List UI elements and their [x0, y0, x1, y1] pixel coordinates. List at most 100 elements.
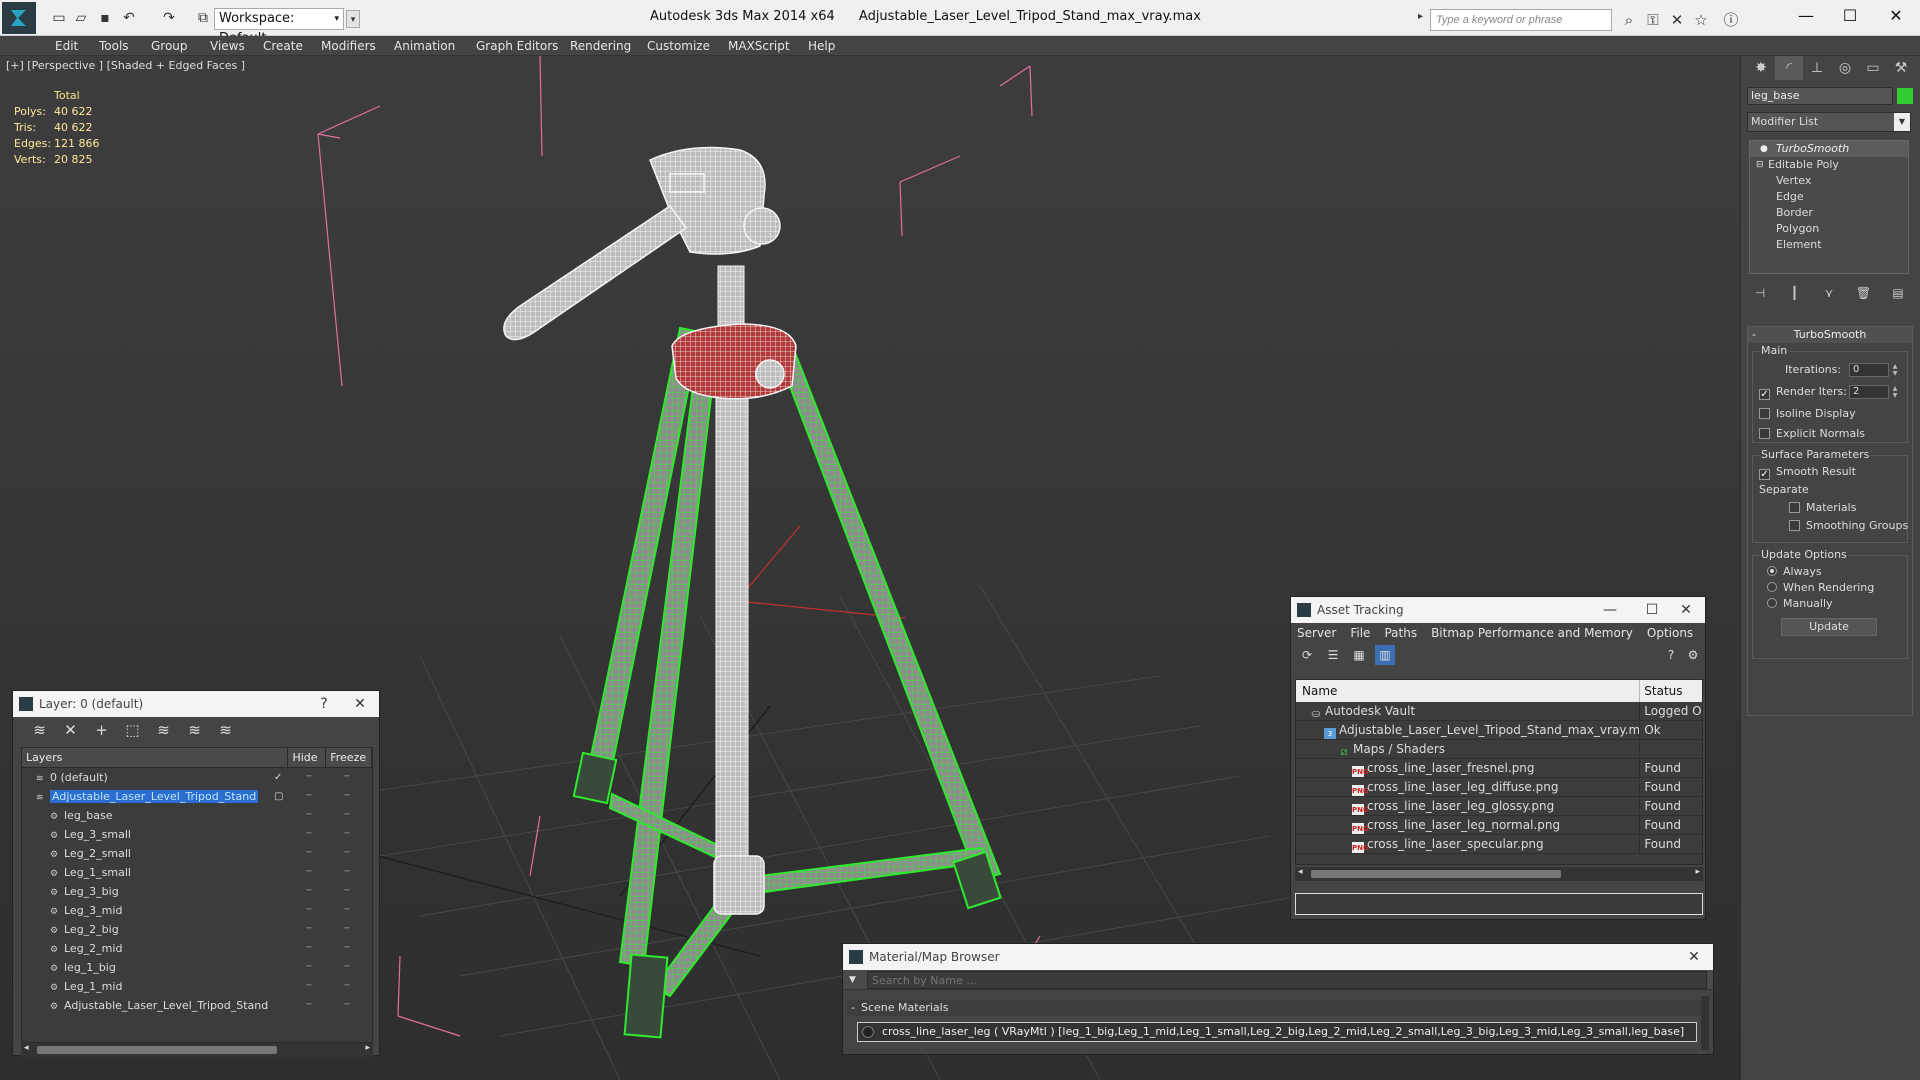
stack-item-element[interactable]: Element [1750, 237, 1908, 253]
render-iters-spinner[interactable]: 2 [1849, 385, 1889, 399]
utilities-tab-icon[interactable]: ⚒ [1887, 56, 1915, 80]
layer-name-cell[interactable]: ⚙ Leg_2_mid [22, 939, 290, 958]
iterations-spinner[interactable]: 0 [1849, 363, 1889, 377]
freeze-toggle-icon[interactable]: ┉ [328, 958, 366, 977]
materials-checkbox[interactable]: Materials [1789, 500, 1856, 516]
delete-layer-icon[interactable]: ✕ [56, 717, 85, 743]
make-unique-icon[interactable]: ⋎ [1818, 282, 1840, 304]
material-search-input[interactable] [867, 971, 1707, 989]
menu-animation[interactable]: Animation [394, 36, 455, 56]
collapse-icon[interactable]: ⊟ [1756, 157, 1764, 173]
asset-row[interactable]: 3 Adjustable_Laser_Level_Tripod_Stand_max… [1296, 721, 1702, 740]
scroll-left-icon[interactable]: ◂ [1298, 867, 1303, 877]
dialog-title-bar[interactable]: Material/Map Browser ✕ [843, 944, 1713, 970]
hide-toggle-icon[interactable]: ┉ [290, 863, 328, 882]
current-layer-marker[interactable]: ▢ [274, 787, 283, 806]
asset-row[interactable]: PNGcross_line_laser_leg_diffuse.png Found [1296, 778, 1702, 797]
stack-item-editable-poly[interactable]: ⊟ Editable Poly [1750, 157, 1908, 173]
help-icon[interactable]: ⓘ [1720, 9, 1742, 31]
layer-row[interactable]: ⚙ Leg_3_small ┉ ┉ [22, 825, 372, 844]
freeze-all-layers-icon[interactable]: ≋ [211, 717, 240, 743]
freeze-toggle-icon[interactable]: ┉ [328, 844, 366, 863]
column-layers[interactable]: Layers [22, 748, 289, 767]
asset-row[interactable]: PNGcross_line_laser_leg_glossy.png Found [1296, 797, 1702, 816]
column-name[interactable]: Name [1296, 680, 1641, 702]
layer-row[interactable]: ⚙ Leg_2_mid ┉ ┉ [22, 939, 372, 958]
asset-name-cell[interactable]: ⛀ Autodesk Vault [1296, 702, 1641, 720]
new-file-icon[interactable]: ▭ [50, 10, 68, 26]
render-iters-checkbox[interactable]: ✓ Render Iters: [1759, 384, 1847, 400]
asset-row[interactable]: ⛀ Autodesk Vault Logged Out [1296, 702, 1702, 721]
save-file-icon[interactable]: ▪ [96, 10, 114, 26]
collapse-icon[interactable]: - [851, 1000, 855, 1016]
motion-tab-icon[interactable]: ◎ [1831, 56, 1859, 80]
layer-name-cell[interactable]: ⚙ Leg_3_big [22, 882, 290, 901]
lightbulb-icon[interactable]: ● [1760, 141, 1768, 157]
minimize-button[interactable]: — [1786, 4, 1826, 28]
hide-toggle-icon[interactable]: ┉ [290, 787, 328, 806]
hide-toggle-icon[interactable]: ┉ [290, 882, 328, 901]
layer-row[interactable]: ⚙ Leg_2_big ┉ ┉ [22, 920, 372, 939]
when-rendering-radio[interactable]: When Rendering [1767, 580, 1874, 596]
stack-item-vertex[interactable]: Vertex [1750, 173, 1908, 189]
create-tab-icon[interactable]: ✸ [1747, 56, 1775, 80]
object-color-swatch[interactable] [1897, 88, 1913, 104]
scrollbar-thumb[interactable] [1311, 870, 1561, 878]
layer-name-cell[interactable]: ⚙ Leg_3_mid [22, 901, 290, 920]
communication-icon[interactable]: ✕ [1666, 9, 1688, 31]
binoculars-icon[interactable]: ⌕ [1618, 9, 1640, 31]
highlight-layer-icon[interactable]: ≋ [149, 717, 178, 743]
table-view-icon[interactable]: ▥ [1375, 645, 1395, 665]
layer-name-cell[interactable]: ⚙ leg_base [22, 806, 290, 825]
asset-path-field[interactable] [1295, 893, 1703, 915]
layer-name-cell[interactable]: ⚙ Leg_2_small [22, 844, 290, 863]
freeze-toggle-icon[interactable]: ┉ [328, 825, 366, 844]
stack-item-edge[interactable]: Edge [1750, 189, 1908, 205]
hide-all-layers-icon[interactable]: ≋ [180, 717, 209, 743]
options-dropdown-icon[interactable]: ▼ [849, 970, 856, 990]
refresh-icon[interactable]: ⟳ [1297, 645, 1317, 665]
undo-icon[interactable]: ↶ [120, 10, 138, 26]
configure-sets-icon[interactable]: ▤ [1887, 282, 1909, 304]
freeze-toggle-icon[interactable]: ┉ [328, 920, 366, 939]
layer-row[interactable]: ⚙ leg_1_big ┉ ┉ [22, 958, 372, 977]
menu-modifiers[interactable]: Modifiers [321, 36, 376, 56]
hide-toggle-icon[interactable]: ┉ [290, 977, 328, 996]
select-in-layer-icon[interactable]: ⬚ [118, 717, 147, 743]
display-tab-icon[interactable]: ▭ [1859, 56, 1887, 80]
layer-name-cell[interactable]: ⚙ Leg_1_small [22, 863, 290, 882]
scroll-left-icon[interactable]: ◂ [24, 1043, 29, 1053]
asset-name-cell[interactable]: PNGcross_line_laser_leg_glossy.png [1296, 797, 1641, 815]
maximize-button[interactable]: ☐ [1830, 4, 1870, 28]
smooth-result-checkbox[interactable]: ✓ Smooth Result [1759, 464, 1856, 480]
object-name-field[interactable]: leg_base [1747, 87, 1893, 105]
stack-item-border[interactable]: Border [1750, 205, 1908, 221]
layer-row[interactable]: ⚙ Leg_1_mid ┉ ┉ [22, 977, 372, 996]
close-icon[interactable]: ✕ [1671, 597, 1701, 623]
menu-options[interactable]: Options [1647, 623, 1693, 643]
explicit-normals-checkbox[interactable]: Explicit Normals [1759, 426, 1865, 442]
scene-materials-group[interactable]: - Scene Materials [847, 1000, 1701, 1016]
add-to-layer-icon[interactable]: + [87, 717, 116, 743]
manually-radio[interactable]: Manually [1767, 596, 1833, 612]
hide-toggle-icon[interactable]: ┉ [290, 920, 328, 939]
maximize-button[interactable]: ☐ [1637, 597, 1667, 623]
asset-row[interactable]: PNGcross_line_laser_leg_normal.png Found [1296, 816, 1702, 835]
menu-file[interactable]: File [1350, 623, 1370, 643]
column-status[interactable]: Status [1640, 680, 1702, 702]
layer-name-cell[interactable]: ≋ Adjustable_Laser_Level_Tripod_Stand ▢ [22, 787, 290, 806]
freeze-toggle-icon[interactable]: ┉ [328, 806, 366, 825]
scroll-right-icon[interactable]: ▸ [1695, 867, 1700, 877]
favorites-star-icon[interactable]: ☆ [1690, 9, 1712, 31]
asset-name-cell[interactable]: ⧄ Maps / Shaders [1296, 740, 1641, 758]
create-layer-icon[interactable]: ≋ [25, 717, 54, 743]
menu-rendering[interactable]: Rendering [570, 36, 631, 56]
horizontal-scrollbar[interactable]: ◂ ▸ [1295, 867, 1703, 881]
asset-row[interactable]: PNGcross_line_laser_specular.png Found [1296, 835, 1702, 854]
menu-edit[interactable]: Edit [55, 36, 78, 56]
app-logo-icon[interactable] [2, 2, 36, 34]
asset-row[interactable]: ⧄ Maps / Shaders [1296, 740, 1702, 759]
isoline-display-checkbox[interactable]: Isoline Display [1759, 406, 1856, 422]
layer-row[interactable]: ⚙ Leg_1_small ┉ ┉ [22, 863, 372, 882]
menu-views[interactable]: Views [210, 36, 245, 56]
